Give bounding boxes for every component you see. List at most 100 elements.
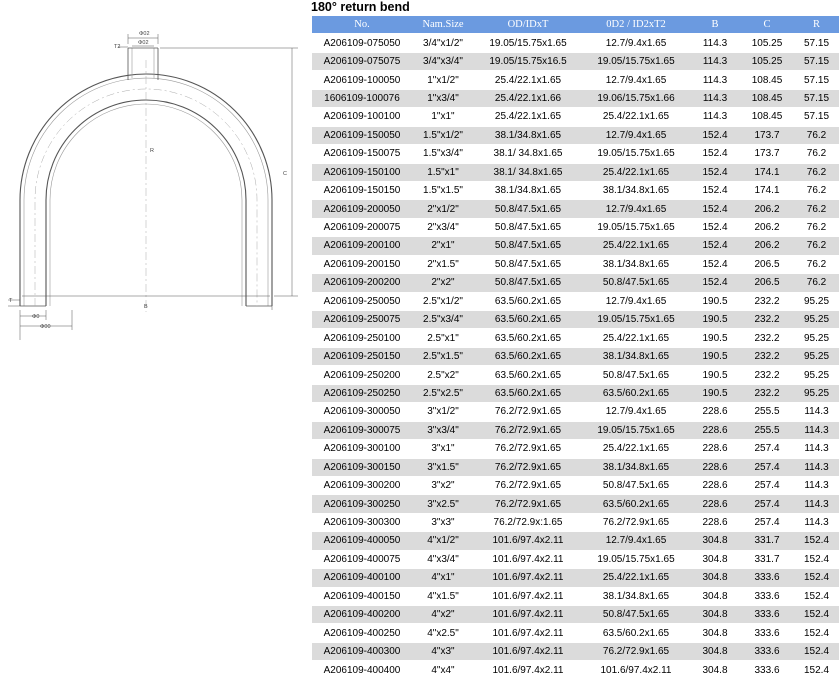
cell-b: 114.3 [690, 52, 740, 72]
cell-r: 152.4 [794, 623, 839, 643]
cell-b: 228.6 [690, 513, 740, 533]
cell-part-no: A206109-250075 [312, 310, 412, 330]
cell-part-no: A206109-400050 [312, 531, 412, 551]
cell-od2-id2-t2: 12.7/9.4x1.65 [582, 33, 690, 53]
cell-r: 152.4 [794, 550, 839, 570]
cell-part-no: A206109-200100 [312, 236, 412, 256]
cell-r: 114.3 [794, 458, 839, 477]
table-row: A206109-300050 3"x1/2" 76.2/72.9x1.65 12.7/… [312, 402, 839, 422]
cell-c: 257.4 [740, 458, 794, 477]
cell-b: 190.5 [690, 365, 740, 385]
table-row: A206109-400250 4"x2.5" 101.6/97.4x2.11 63.5… [312, 623, 839, 643]
table-row: A206109-100050 1"x1/2" 25.4/22.1x1.65 12.7/… [312, 70, 839, 90]
column-header-nam-size: Nam.Size [412, 16, 474, 35]
cell-c: 206.2 [740, 218, 794, 238]
cell-part-no: A206109-400300 [312, 642, 412, 662]
cell-r: 114.3 [794, 402, 839, 422]
return-bend-drawing: Φ02 Φ02 T2 C R B T Φ0 Φ00 [8, 31, 298, 340]
table-row: A206109-400300 4"x3" 101.6/97.4x2.11 76.2/7… [312, 642, 839, 662]
cell-r: 152.4 [794, 642, 839, 662]
cell-r: 76.2 [794, 236, 839, 256]
table-row: A206109-300100 3"x1" 76.2/72.9x1.65 25.4/22… [312, 439, 839, 459]
cell-nam-size: 3"x2" [412, 476, 474, 496]
cell-b: 152.4 [690, 218, 740, 238]
cell-c: 333.6 [740, 605, 794, 625]
cell-r: 76.2 [794, 163, 839, 182]
cell-c: 108.45 [740, 70, 794, 90]
cell-b: 304.8 [690, 642, 740, 662]
cell-nam-size: 3/4"x1/2" [412, 33, 474, 53]
cell-od-id-t: 63.5/60.2x1.65 [474, 347, 582, 367]
cell-od2-id2-t2: 25.4/22.1x1.65 [582, 236, 690, 256]
cell-od2-id2-t2: 38.1/34.8x1.65 [582, 458, 690, 477]
cell-r: 76.2 [794, 144, 839, 164]
cell-od-id-t: 25.4/22.1x1.65 [474, 107, 582, 127]
table-row: A206109-250075 2.5"x3/4" 63.5/60.2x1.65 19.… [312, 310, 839, 330]
cell-r: 95.25 [794, 384, 839, 404]
cell-od-id-t: 101.6/97.4x2.11 [474, 531, 582, 551]
cell-od2-id2-t2: 76.2/72.9x1.65 [582, 513, 690, 533]
cell-b: 152.4 [690, 163, 740, 182]
table-row: A206109-250100 2.5"x1" 63.5/60.2x1.65 25.4/… [312, 328, 839, 348]
cell-r: 76.2 [794, 273, 839, 293]
cell-od-id-t: 76.2/72.9x:1.65 [474, 513, 582, 533]
cell-od-id-t: 63.5/60.2x1.65 [474, 328, 582, 348]
cell-od-id-t: 38.1/34.8x1.65 [474, 181, 582, 201]
cell-od-id-t: 19.05/15.75x16.5 [474, 52, 582, 72]
cell-od2-id2-t2: 19.05/15.75x1.65 [582, 218, 690, 238]
table-row: A206109-200200 2"x2" 50.8/47.5x1.65 50.8/47… [312, 273, 839, 293]
cell-od-id-t: 25.4/22.1x1.66 [474, 89, 582, 109]
cell-od-id-t: 19.05/15.75x1.65 [474, 33, 582, 53]
cell-c: 257.4 [740, 476, 794, 496]
column-header-r: R [794, 16, 839, 35]
cell-od2-id2-t2: 12.7/9.4x1.65 [582, 402, 690, 422]
cell-nam-size: 4"x2" [412, 605, 474, 625]
cell-r: 95.25 [794, 310, 839, 330]
cell-od-id-t: 50.8/47.5x1.65 [474, 236, 582, 256]
cell-part-no: A206109-300075 [312, 421, 412, 441]
cell-nam-size: 2.5"x2" [412, 365, 474, 385]
cell-r: 95.25 [794, 292, 839, 312]
cell-b: 152.4 [690, 273, 740, 293]
table-row: A206109-250150 2.5"x1.5" 63.5/60.2x1.65 38.… [312, 347, 839, 367]
cell-nam-size: 4"x3/4" [412, 550, 474, 570]
cell-b: 152.4 [690, 181, 740, 201]
cell-part-no: A206109-150100 [312, 163, 412, 182]
column-header-od-id-t: OD/IDxT [474, 16, 582, 35]
cell-nam-size: 4"x1/2" [412, 531, 474, 551]
cell-od2-id2-t2: 19.05/15.75x1.65 [582, 421, 690, 441]
cell-r: 95.25 [794, 365, 839, 385]
cell-part-no: A206109-200050 [312, 199, 412, 219]
cell-c: 206.5 [740, 273, 794, 293]
cell-c: 333.6 [740, 568, 794, 588]
cell-nam-size: 1.5"x1/2" [412, 126, 474, 146]
table-row: A206109-400400 4"x4" 101.6/97.4x2.11 101.6/… [312, 660, 839, 680]
cell-b: 304.8 [690, 623, 740, 643]
cell-od2-id2-t2: 50.8/47.5x1.65 [582, 476, 690, 496]
cell-r: 114.3 [794, 494, 839, 514]
cell-part-no: A206109-200075 [312, 218, 412, 238]
cell-od-id-t: 76.2/72.9x1.65 [474, 476, 582, 496]
cell-part-no: A206109-250250 [312, 384, 412, 404]
cell-od2-id2-t2: 25.4/22.1x1.65 [582, 107, 690, 127]
table-row: A206109-075050 3/4"x1/2" 19.05/15.75x1.65 1… [312, 33, 839, 53]
cell-nam-size: 2.5"x3/4" [412, 310, 474, 330]
cell-od-id-t: 101.6/97.4x2.11 [474, 568, 582, 588]
cell-od-id-t: 25.4/22.1x1.65 [474, 70, 582, 90]
cell-part-no: A206109-100100 [312, 107, 412, 127]
cell-c: 333.6 [740, 623, 794, 643]
cell-b: 190.5 [690, 384, 740, 404]
cell-c: 255.5 [740, 421, 794, 441]
cell-b: 152.4 [690, 144, 740, 164]
table-row: A206109-075075 3/4"x3/4" 19.05/15.75x16.5 1… [312, 52, 839, 72]
cell-b: 114.3 [690, 89, 740, 109]
cell-c: 105.25 [740, 52, 794, 72]
table-row: A206109-150100 1.5"x1" 38.1/ 34.8x1.65 25.4… [312, 163, 839, 182]
cell-b: 304.8 [690, 550, 740, 570]
cell-c: 232.2 [740, 347, 794, 367]
table-row: A206109-400150 4"x1.5" 101.6/97.4x2.11 38.1… [312, 587, 839, 607]
cell-nam-size: 4"x1.5" [412, 587, 474, 607]
cell-part-no: A206109-250050 [312, 292, 412, 312]
cell-r: 57.15 [794, 107, 839, 127]
cell-r: 152.4 [794, 568, 839, 588]
